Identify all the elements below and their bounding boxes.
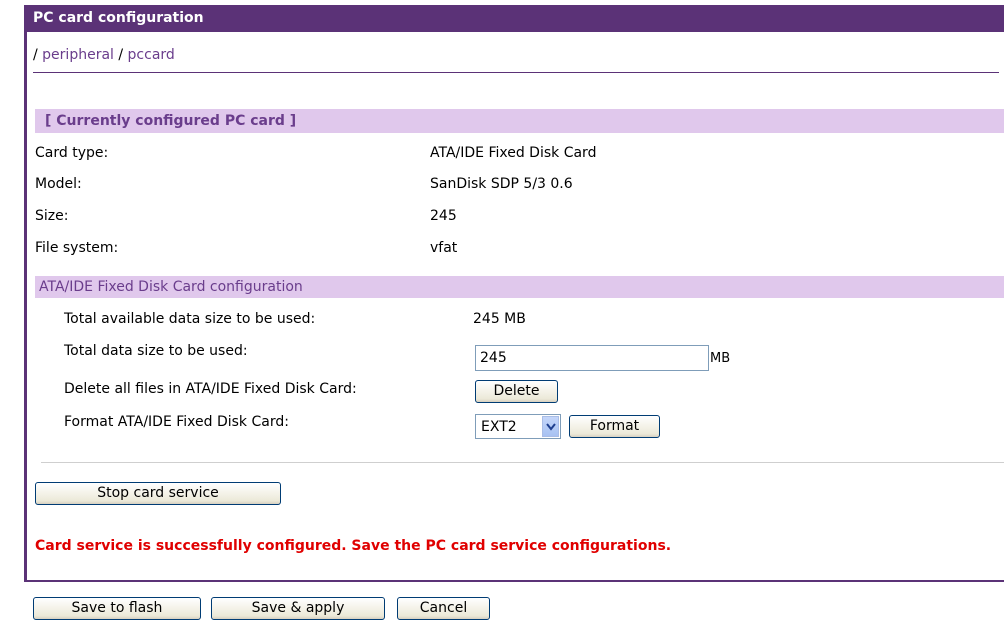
breadcrumb-separator: /	[118, 47, 124, 63]
file-system-label: File system:	[35, 240, 119, 256]
format-type-select[interactable]: EXT2	[475, 414, 561, 439]
model-label: Model:	[35, 176, 82, 192]
page-title: PC card configuration	[27, 5, 1004, 32]
breadcrumb-link-pccard[interactable]: pccard	[128, 47, 175, 63]
save-to-flash-button[interactable]: Save to flash	[33, 597, 201, 620]
chevron-down-icon[interactable]	[542, 416, 559, 437]
delete-files-label: Delete all files in ATA/IDE Fixed Disk C…	[64, 381, 357, 397]
model-value: SanDisk SDP 5/3 0.6	[430, 176, 573, 192]
save-and-apply-button[interactable]: Save & apply	[211, 597, 385, 620]
section-divider	[41, 462, 1004, 463]
disk-config-header: ATA/IDE Fixed Disk Card configuration	[35, 276, 1004, 298]
format-type-value: EXT2	[481, 419, 517, 435]
current-card-header: [ Currently configured PC card ]	[35, 109, 1004, 133]
available-size-value: 245 MB	[473, 311, 526, 327]
breadcrumb-separator: /	[33, 47, 38, 63]
file-system-value: vfat	[430, 240, 458, 256]
card-type-label: Card type:	[35, 145, 109, 161]
format-button[interactable]: Format	[569, 415, 660, 438]
used-size-input[interactable]	[475, 345, 709, 371]
format-label: Format ATA/IDE Fixed Disk Card:	[64, 414, 289, 430]
breadcrumb: / peripheral / pccard	[33, 47, 175, 63]
status-message: Card service is successfully configured.…	[35, 538, 672, 554]
panel-bottom-border	[24, 580, 1004, 582]
config-panel: PC card configuration / peripheral / pcc…	[24, 5, 1004, 580]
card-type-value: ATA/IDE Fixed Disk Card	[430, 145, 597, 161]
used-size-unit: MB	[710, 351, 731, 366]
cancel-button[interactable]: Cancel	[397, 597, 490, 620]
used-size-label: Total data size to be used:	[64, 343, 248, 359]
breadcrumb-divider	[33, 72, 999, 73]
breadcrumb-link-peripheral[interactable]: peripheral	[42, 47, 114, 63]
stop-card-service-button[interactable]: Stop card service	[35, 482, 281, 505]
delete-button[interactable]: Delete	[475, 380, 558, 403]
size-value: 245	[430, 208, 457, 224]
size-label: Size:	[35, 208, 69, 224]
available-size-label: Total available data size to be used:	[64, 311, 316, 327]
